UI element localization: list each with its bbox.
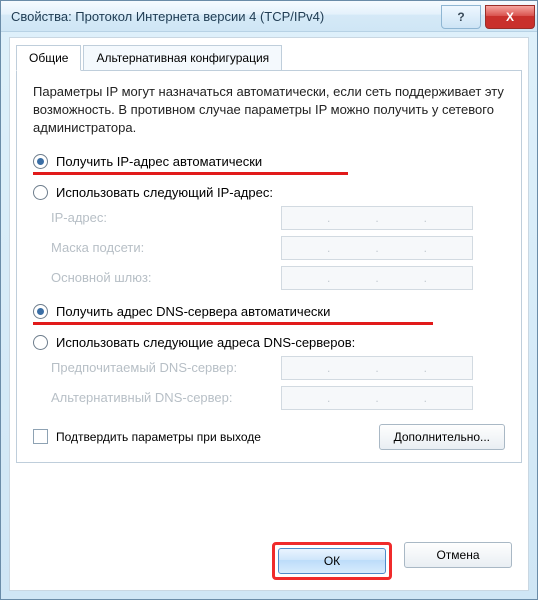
window-buttons: ? X [441, 4, 537, 29]
gateway-input: ... [281, 266, 473, 290]
ip-address-row: IP-адрес: ... [51, 206, 505, 230]
gateway-row: Основной шлюз: ... [51, 266, 505, 290]
intro-text: Параметры IP могут назначаться автоматич… [33, 83, 505, 138]
title-bar: Свойства: Протокол Интернета версии 4 (T… [1, 1, 537, 32]
dns-alternate-label: Альтернативный DNS-сервер: [51, 390, 281, 405]
radio-ip-auto-label: Получить IP-адрес автоматически [56, 154, 262, 169]
confirm-on-exit-label: Подтвердить параметры при выходе [56, 430, 261, 444]
subnet-mask-row: Маска подсети: ... [51, 236, 505, 260]
dns-preferred-label: Предпочитаемый DNS-сервер: [51, 360, 281, 375]
ok-button[interactable]: ОК [278, 548, 386, 574]
tab-alt-config[interactable]: Альтернативная конфигурация [83, 45, 282, 71]
window-title: Свойства: Протокол Интернета версии 4 (T… [11, 9, 441, 24]
radio-ip-manual-label: Использовать следующий IP-адрес: [56, 185, 273, 200]
subnet-mask-label: Маска подсети: [51, 240, 281, 255]
client-area: Общие Альтернативная конфигурация Параме… [9, 37, 529, 591]
radio-dns-manual-label: Использовать следующие адреса DNS-сервер… [56, 335, 355, 350]
dialog-buttons: ОК Отмена [272, 542, 512, 580]
advanced-button[interactable]: Дополнительно... [379, 424, 505, 450]
radio-dns-auto-label: Получить адрес DNS-сервера автоматически [56, 304, 330, 319]
annotation-underline-ip [33, 172, 348, 175]
tab-body-general: Параметры IP могут назначаться автоматич… [16, 70, 522, 463]
radio-ip-auto-row[interactable]: Получить IP-адрес автоматически [33, 154, 505, 169]
dns-alternate-input: ... [281, 386, 473, 410]
gateway-label: Основной шлюз: [51, 270, 281, 285]
ip-address-input: ... [281, 206, 473, 230]
close-button[interactable]: X [485, 5, 535, 29]
ip-fields-group: IP-адрес: ... Маска подсети: ... Основно… [51, 206, 505, 290]
close-icon: X [506, 10, 514, 24]
cancel-button[interactable]: Отмена [404, 542, 512, 568]
radio-dns-auto-row[interactable]: Получить адрес DNS-сервера автоматически [33, 304, 505, 319]
annotation-ok-highlight: ОК [272, 542, 392, 580]
annotation-underline-dns [33, 322, 433, 325]
confirm-on-exit-checkbox[interactable] [33, 429, 48, 444]
help-button[interactable]: ? [441, 5, 481, 29]
ip-address-label: IP-адрес: [51, 210, 281, 225]
tab-strip: Общие Альтернативная конфигурация [10, 38, 528, 70]
tab-general[interactable]: Общие [16, 45, 81, 71]
radio-dns-manual[interactable] [33, 335, 48, 350]
dns-alternate-row: Альтернативный DNS-сервер: ... [51, 386, 505, 410]
dns-preferred-row: Предпочитаемый DNS-сервер: ... [51, 356, 505, 380]
confirm-on-exit-row[interactable]: Подтвердить параметры при выходе [33, 429, 261, 444]
radio-dns-manual-row[interactable]: Использовать следующие адреса DNS-сервер… [33, 335, 505, 350]
radio-ip-manual-row[interactable]: Использовать следующий IP-адрес: [33, 185, 505, 200]
dns-fields-group: Предпочитаемый DNS-сервер: ... Альтернат… [51, 356, 505, 410]
help-icon: ? [457, 10, 464, 24]
radio-ip-manual[interactable] [33, 185, 48, 200]
radio-ip-auto[interactable] [33, 154, 48, 169]
bottom-row: Подтвердить параметры при выходе Дополни… [33, 424, 505, 450]
properties-dialog: Свойства: Протокол Интернета версии 4 (T… [0, 0, 538, 600]
dns-preferred-input: ... [281, 356, 473, 380]
subnet-mask-input: ... [281, 236, 473, 260]
radio-dns-auto[interactable] [33, 304, 48, 319]
